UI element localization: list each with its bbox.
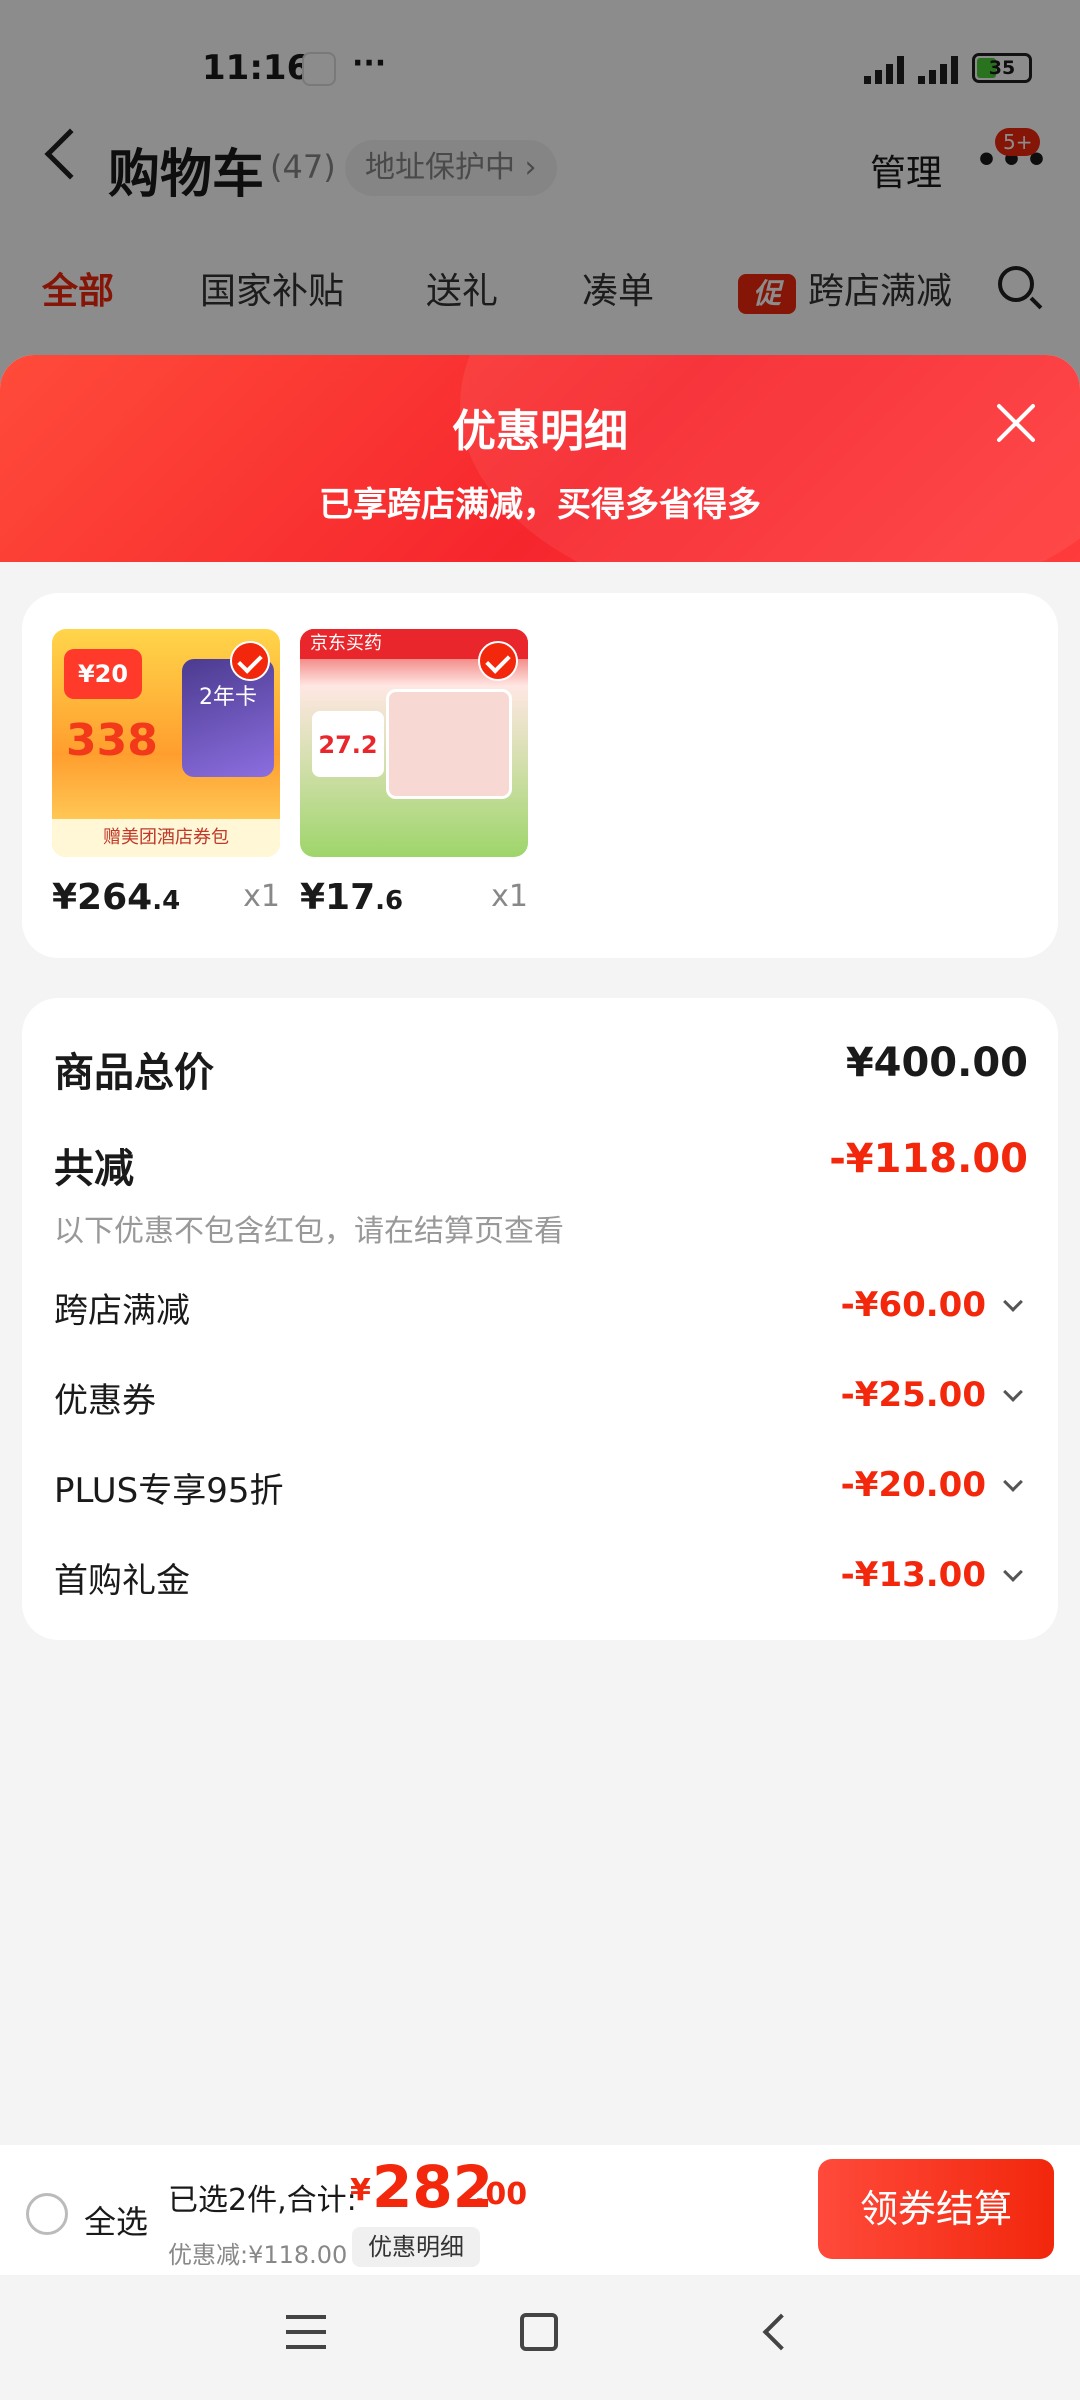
home-icon[interactable] [520, 2313, 558, 2351]
price-int: ¥17 [300, 877, 376, 918]
chevron-down-icon [1003, 1382, 1023, 1402]
selected-products-card: ¥20 338 2年卡 赠美团酒店券包 ¥264.4 x1 京东买药 27.2 … [22, 593, 1058, 958]
discount-label: 优惠券 [54, 1381, 156, 1421]
product-item[interactable]: ¥20 338 2年卡 赠美团酒店券包 ¥264.4 x1 [52, 629, 280, 918]
total-price-label: 商品总价 [54, 1050, 214, 1096]
modal-overlay[interactable] [0, 0, 1080, 400]
discount-detail-sheet: 优惠明细 已享跨店满减，买得多省得多 ¥20 338 2年卡 赠美团酒店券包 ¥… [0, 355, 1080, 2400]
reduction-note: 以下优惠不包含红包，请在结算页查看 [54, 1214, 564, 1249]
menu-icon[interactable] [286, 2315, 326, 2349]
checkout-bar: 全选 已选2件,合计: ¥ 282 .00 优惠减:¥118.00 优惠明细 领… [0, 2145, 1080, 2275]
close-icon[interactable] [994, 401, 1038, 445]
thumb-footer-label: 赠美团酒店券包 [52, 819, 280, 857]
discount-value: -¥25.00 [840, 1375, 986, 1415]
discount-value: -¥60.00 [840, 1285, 986, 1325]
discount-value: -¥13.00 [840, 1555, 986, 1595]
thumb-price-label: 338 [66, 715, 158, 766]
total-reduction-label: 共减 [54, 1146, 134, 1192]
discount-value: -¥20.00 [840, 1465, 986, 1505]
chevron-down-icon [1003, 1562, 1023, 1582]
chevron-down-icon [1003, 1292, 1023, 1312]
discount-label: 首购礼金 [54, 1561, 190, 1601]
total-price-value: ¥400.00 [845, 1040, 1028, 1086]
price-dec: .6 [375, 886, 404, 916]
thumb-coupon-label: ¥20 [64, 649, 142, 699]
discount-row-plus[interactable]: PLUS专享95折 -¥20.00 [54, 1463, 1028, 1523]
discount-detail-button[interactable]: 优惠明细 [352, 2227, 480, 2267]
total-currency: ¥ [350, 2173, 371, 2208]
nav-back-icon[interactable] [762, 2313, 800, 2351]
sheet-subtitle: 已享跨店满减，买得多省得多 [319, 485, 761, 525]
thumb-product-box [386, 689, 512, 799]
select-all-radio[interactable] [26, 2193, 68, 2235]
product-thumbnail[interactable]: ¥20 338 2年卡 赠美团酒店券包 [52, 629, 280, 857]
product-price: ¥17.6 [300, 877, 403, 918]
discount-row-cross-store[interactable]: 跨店满减 -¥60.00 [54, 1283, 1028, 1343]
discount-label: PLUS专享95折 [54, 1471, 284, 1511]
checked-icon [478, 641, 518, 681]
product-item[interactable]: 京东买药 27.2 ¥17.6 x1 [300, 629, 528, 918]
discount-row-first-purchase[interactable]: 首购礼金 -¥13.00 [54, 1553, 1028, 1613]
checked-icon [230, 641, 270, 681]
system-nav-bar [0, 2275, 1080, 2400]
product-quantity: x1 [491, 879, 528, 914]
sheet-header: 优惠明细 已享跨店满减，买得多省得多 [0, 355, 1080, 615]
product-quantity: x1 [243, 879, 280, 914]
saved-amount: 优惠减:¥118.00 [168, 2241, 348, 2269]
total-reduction-value: -¥118.00 [829, 1136, 1028, 1182]
discount-row-coupon[interactable]: 优惠券 -¥25.00 [54, 1373, 1028, 1433]
price-summary-card: 商品总价 ¥400.00 共减 -¥118.00 以下优惠不包含红包，请在结算页… [22, 998, 1058, 1640]
select-all-label[interactable]: 全选 [84, 2197, 148, 2243]
discount-label: 跨店满减 [54, 1291, 190, 1331]
checkout-button[interactable]: 领券结算 [818, 2159, 1054, 2259]
product-price: ¥264.4 [52, 877, 180, 918]
total-amount-decimal: .00 [474, 2177, 528, 2212]
chevron-down-icon [1003, 1472, 1023, 1492]
product-thumbnail[interactable]: 京东买药 27.2 [300, 629, 528, 857]
sheet-title: 优惠明细 [452, 406, 628, 457]
selected-summary: 已选2件,合计: [168, 2183, 357, 2218]
price-int: ¥264 [52, 877, 153, 918]
price-dec: .4 [152, 886, 181, 916]
thumb-price-label: 27.2 [312, 711, 384, 777]
